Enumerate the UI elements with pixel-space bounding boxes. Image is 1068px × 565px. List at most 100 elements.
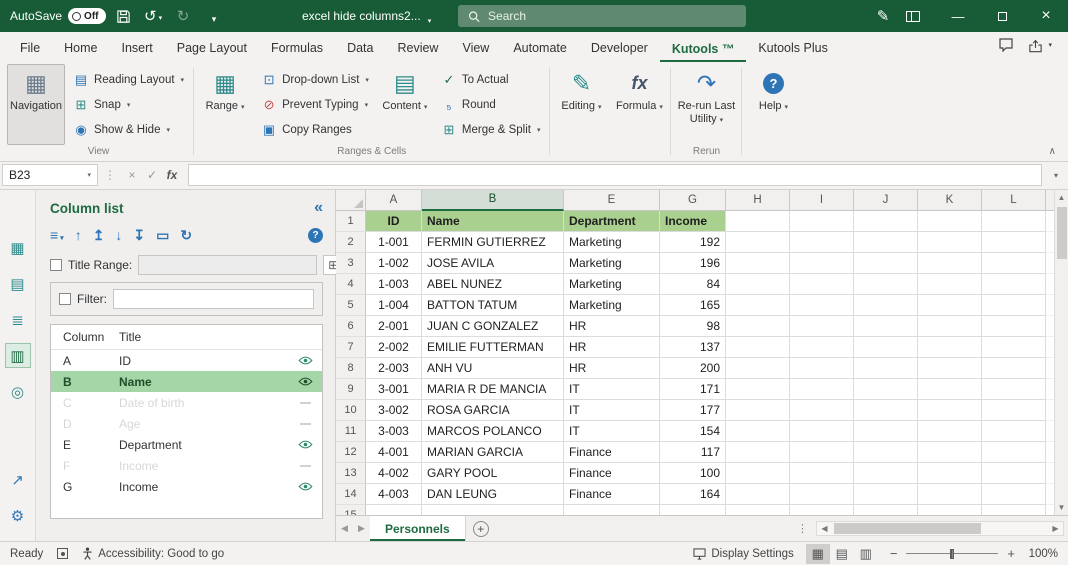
cell-A8[interactable]: 2-003 bbox=[366, 358, 422, 379]
cell-H11[interactable] bbox=[726, 421, 790, 442]
column-list-row[interactable]: B Name bbox=[51, 371, 322, 392]
row-header-14[interactable]: 14 bbox=[336, 484, 366, 505]
ribbon-tab-home[interactable]: Home bbox=[52, 35, 109, 62]
row-header-3[interactable]: 3 bbox=[336, 253, 366, 274]
search-input[interactable] bbox=[488, 9, 736, 23]
search-box[interactable] bbox=[458, 5, 746, 27]
row-header-8[interactable]: 8 bbox=[336, 358, 366, 379]
cell-K12[interactable] bbox=[918, 442, 982, 463]
cell-K9[interactable] bbox=[918, 379, 982, 400]
cell-B6[interactable]: JUAN C GONZALEZ bbox=[422, 316, 564, 337]
editing-button[interactable]: ✎ Editing ▾ bbox=[553, 64, 609, 145]
autosave-toggle[interactable]: Off bbox=[68, 8, 107, 24]
cell-H8[interactable] bbox=[726, 358, 790, 379]
column-header-K[interactable]: K bbox=[918, 190, 982, 211]
column-list-row[interactable]: A ID bbox=[51, 350, 322, 371]
cell-L2[interactable] bbox=[982, 232, 1046, 253]
cell-L11[interactable] bbox=[982, 421, 1046, 442]
share-icon[interactable]: ▾ bbox=[1028, 36, 1052, 56]
row-header-7[interactable]: 7 bbox=[336, 337, 366, 358]
comments-icon[interactable] bbox=[998, 37, 1014, 55]
cell-E4[interactable]: Marketing bbox=[564, 274, 660, 295]
visible-eye-icon[interactable] bbox=[288, 482, 322, 491]
cell-A1[interactable]: ID bbox=[366, 211, 422, 232]
cell-E9[interactable]: IT bbox=[564, 379, 660, 400]
ribbon-tab-insert[interactable]: Insert bbox=[110, 35, 165, 62]
column-header-H[interactable]: H bbox=[726, 190, 790, 211]
cell-H2[interactable] bbox=[726, 232, 790, 253]
cell-G15[interactable] bbox=[660, 505, 726, 515]
cell-G5[interactable]: 165 bbox=[660, 295, 726, 316]
scroll-up-icon[interactable]: ▲ bbox=[1055, 190, 1068, 205]
hidden-dash-icon[interactable] bbox=[288, 402, 322, 404]
cell-K5[interactable] bbox=[918, 295, 982, 316]
round-button[interactable]: ₅ Round bbox=[435, 92, 547, 117]
zoom-slider-thumb[interactable] bbox=[950, 548, 955, 559]
cell-G11[interactable]: 154 bbox=[660, 421, 726, 442]
cell-L6[interactable] bbox=[982, 316, 1046, 337]
column-header-L[interactable]: L bbox=[982, 190, 1046, 211]
cell-J11[interactable] bbox=[854, 421, 918, 442]
cell-H13[interactable] bbox=[726, 463, 790, 484]
cell-H12[interactable] bbox=[726, 442, 790, 463]
row-header-5[interactable]: 5 bbox=[336, 295, 366, 316]
save-icon[interactable] bbox=[110, 3, 136, 29]
cell-H5[interactable] bbox=[726, 295, 790, 316]
switch-windows-icon[interactable] bbox=[900, 3, 926, 29]
cell-J12[interactable] bbox=[854, 442, 918, 463]
cell-H4[interactable] bbox=[726, 274, 790, 295]
customize-quick-access-icon[interactable]: ▾ bbox=[200, 3, 226, 29]
range-button[interactable]: ▦ Range ▾ bbox=[197, 64, 253, 145]
title-range-checkbox[interactable] bbox=[50, 259, 62, 271]
cell-J14[interactable] bbox=[854, 484, 918, 505]
cell-L8[interactable] bbox=[982, 358, 1046, 379]
cell-K15[interactable] bbox=[918, 505, 982, 515]
cell-H3[interactable] bbox=[726, 253, 790, 274]
reading-layout-button[interactable]: ▤ Reading Layout bbox=[67, 67, 190, 92]
zoom-out-icon[interactable]: − bbox=[890, 546, 898, 561]
column-header-A[interactable]: A bbox=[366, 190, 422, 211]
re-run-last-utility-button[interactable]: ↷ Re-run Last Utility ▾ bbox=[674, 64, 738, 145]
cell-K3[interactable] bbox=[918, 253, 982, 274]
cell-A9[interactable]: 3-001 bbox=[366, 379, 422, 400]
cell-L5[interactable] bbox=[982, 295, 1046, 316]
cell-A11[interactable]: 3-003 bbox=[366, 421, 422, 442]
content-button[interactable]: ▤ Content ▾ bbox=[377, 64, 433, 145]
cell-H10[interactable] bbox=[726, 400, 790, 421]
help-button[interactable]: ? Help ▾ bbox=[745, 64, 801, 145]
visible-eye-icon[interactable] bbox=[288, 356, 322, 365]
cell-L12[interactable] bbox=[982, 442, 1046, 463]
ribbon-tab-data[interactable]: Data bbox=[335, 35, 385, 62]
cell-L10[interactable] bbox=[982, 400, 1046, 421]
cell-B9[interactable]: MARIA R DE MANCIA bbox=[422, 379, 564, 400]
undo-icon[interactable]: ↺ ▾ bbox=[140, 3, 166, 29]
expand-formula-bar-icon[interactable]: ▾ bbox=[1046, 171, 1066, 180]
cell-B11[interactable]: MARCOS POLANCO bbox=[422, 421, 564, 442]
ribbon-tab-formulas[interactable]: Formulas bbox=[259, 35, 335, 62]
cell-A15[interactable] bbox=[366, 505, 422, 515]
cell-I1[interactable] bbox=[790, 211, 854, 232]
autosave-control[interactable]: AutoSave Off bbox=[10, 8, 107, 24]
filter-input[interactable] bbox=[113, 289, 314, 309]
column-header-E[interactable]: E bbox=[564, 190, 660, 211]
macro-record-icon[interactable] bbox=[57, 548, 69, 559]
copy-ranges-button[interactable]: ▣ Copy Ranges bbox=[255, 117, 375, 142]
move-to-top-icon[interactable]: ↥ bbox=[93, 227, 105, 244]
cell-E1[interactable]: Department bbox=[564, 211, 660, 232]
column-header-G[interactable]: G bbox=[660, 190, 726, 211]
snap-button[interactable]: ⊞ Snap bbox=[67, 92, 190, 117]
merge-split-button[interactable]: ⊞ Merge & Split bbox=[435, 117, 547, 142]
name-box[interactable]: B23 ▾ bbox=[2, 164, 98, 186]
column-list-row[interactable]: C Date of birth bbox=[51, 392, 322, 413]
column-list-row[interactable]: F Income bbox=[51, 455, 322, 476]
new-sheet-button[interactable]: + bbox=[466, 516, 496, 541]
cell-I8[interactable] bbox=[790, 358, 854, 379]
cell-K2[interactable] bbox=[918, 232, 982, 253]
cell-A14[interactable]: 4-003 bbox=[366, 484, 422, 505]
drop-down-list-button[interactable]: ⊡ Drop-down List bbox=[255, 67, 375, 92]
cell-I2[interactable] bbox=[790, 232, 854, 253]
formula-input[interactable] bbox=[188, 164, 1042, 186]
cell-J1[interactable] bbox=[854, 211, 918, 232]
column-list-row[interactable]: G Income bbox=[51, 476, 322, 497]
cell-J4[interactable] bbox=[854, 274, 918, 295]
